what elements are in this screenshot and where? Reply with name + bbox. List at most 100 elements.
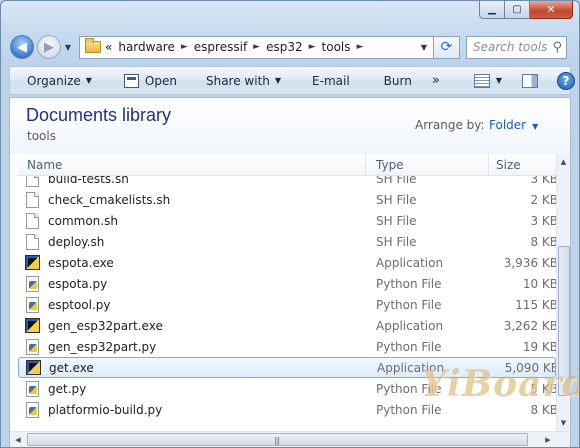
file-size: 10 KB bbox=[522, 276, 556, 291]
file-type: SH File bbox=[376, 234, 417, 249]
file-name: gen_esp32part.py bbox=[48, 339, 157, 354]
file-row[interactable]: build-tests.sh SH File 3 KB bbox=[18, 176, 556, 189]
back-button[interactable]: ◀ bbox=[10, 35, 34, 59]
refresh-button[interactable]: ⟳ bbox=[434, 35, 460, 59]
preview-pane-icon bbox=[521, 73, 538, 88]
file-name: check_cmakelists.sh bbox=[48, 192, 171, 207]
file-row[interactable]: espota.py Python File 10 KB bbox=[18, 273, 556, 294]
file-row[interactable]: gen_esp32part.exe Application 3,262 KB bbox=[18, 315, 556, 336]
column-divider[interactable] bbox=[365, 154, 366, 176]
share-with-button[interactable]: Share with ▼ bbox=[206, 74, 281, 88]
search-icon: ⚲ bbox=[552, 39, 562, 55]
email-button[interactable]: E-mail bbox=[312, 74, 350, 88]
file-name: deploy.sh bbox=[48, 234, 105, 249]
close-button[interactable]: ✕ bbox=[530, 1, 573, 19]
scroll-up-icon[interactable]: ▲ bbox=[557, 154, 570, 170]
organize-label: Organize bbox=[27, 73, 81, 88]
file-row[interactable]: check_cmakelists.sh SH File 2 KB bbox=[18, 189, 556, 210]
breadcrumb-tools[interactable]: tools bbox=[322, 40, 351, 54]
file-name: espota.exe bbox=[48, 255, 114, 270]
breadcrumb-espressif[interactable]: espressif bbox=[194, 40, 247, 54]
minimize-button[interactable]: ▁ bbox=[479, 1, 505, 19]
file-size: 3,262 KB bbox=[503, 318, 556, 333]
python-file-icon bbox=[26, 296, 39, 313]
change-view-button[interactable] bbox=[473, 73, 490, 88]
file-name: espota.py bbox=[48, 276, 108, 291]
search-placeholder: Search tools bbox=[473, 40, 548, 54]
file-size: 3,936 KB bbox=[503, 255, 556, 270]
organize-button[interactable]: Organize ▼ bbox=[27, 74, 92, 88]
preview-pane-button[interactable] bbox=[521, 73, 538, 88]
file-name: get.py bbox=[48, 381, 87, 396]
breadcrumb-separator-icon[interactable]: ► bbox=[357, 42, 364, 52]
chevron-down-icon: ▼ bbox=[85, 76, 92, 85]
file-name: build-tests.sh bbox=[48, 176, 129, 186]
file-size: 19 KB bbox=[522, 339, 556, 354]
document-icon bbox=[26, 212, 39, 229]
scrollbar-grip-icon: ||| bbox=[274, 436, 280, 445]
arrange-by-value: Folder bbox=[489, 118, 527, 132]
breadcrumb-hardware[interactable]: hardware bbox=[118, 40, 175, 54]
watermark-logo: YiBoard bbox=[421, 363, 580, 405]
python-file-icon bbox=[26, 401, 39, 418]
horizontal-scrollbar[interactable]: ◀ ||| ▶ bbox=[10, 431, 570, 447]
help-button[interactable]: ? bbox=[556, 71, 575, 90]
file-row[interactable]: gen_esp32part.py Python File 19 KB bbox=[18, 336, 556, 357]
open-icon bbox=[123, 73, 139, 88]
scroll-left-icon[interactable]: ◀ bbox=[10, 432, 26, 447]
file-type: SH File bbox=[376, 176, 417, 186]
breadcrumb-esp32[interactable]: esp32 bbox=[266, 40, 303, 54]
python-exe-icon bbox=[25, 255, 40, 270]
breadcrumb-separator-icon[interactable]: ► bbox=[309, 42, 316, 52]
file-size: 8 KB bbox=[530, 234, 556, 249]
forward-arrow-icon: ▶ bbox=[44, 39, 54, 55]
maximize-button[interactable]: ▢ bbox=[505, 1, 530, 19]
folder-icon bbox=[85, 38, 101, 53]
file-size: 3 KB bbox=[530, 213, 556, 228]
file-row[interactable]: deploy.sh SH File 8 KB bbox=[18, 231, 556, 252]
file-row[interactable]: esptool.py Python File 115 KB bbox=[18, 294, 556, 315]
document-icon bbox=[26, 176, 39, 187]
file-type: Application bbox=[376, 318, 444, 333]
scrollbar-thumb[interactable]: ||| bbox=[27, 433, 528, 446]
column-header-row: Name Type Size bbox=[18, 154, 556, 176]
help-icon: ? bbox=[556, 71, 575, 90]
search-input[interactable]: Search tools ⚲ bbox=[466, 35, 567, 59]
library-header: Documents library tools Arrange by: Fold… bbox=[10, 98, 570, 154]
open-button[interactable]: Open bbox=[123, 73, 177, 88]
file-name: get.exe bbox=[49, 360, 94, 375]
breadcrumb-separator-icon[interactable]: ► bbox=[181, 42, 188, 52]
file-name: platformio-build.py bbox=[48, 402, 163, 417]
burn-button[interactable]: Burn bbox=[384, 74, 412, 88]
address-overflow-chevron[interactable]: « bbox=[105, 40, 112, 54]
scroll-right-icon[interactable]: ▶ bbox=[540, 432, 556, 447]
caption-buttons: ▁ ▢ ✕ bbox=[479, 1, 573, 19]
file-name: common.sh bbox=[48, 213, 118, 228]
refresh-icon: ⟳ bbox=[440, 39, 453, 55]
breadcrumb-separator-icon[interactable]: ► bbox=[253, 42, 260, 52]
file-type: Python File bbox=[376, 276, 442, 291]
file-type: Python File bbox=[376, 339, 442, 354]
column-header-size[interactable]: Size bbox=[496, 158, 521, 172]
file-type: Python File bbox=[376, 297, 442, 312]
recent-pages-dropdown[interactable]: ▼ bbox=[61, 35, 75, 59]
address-history-dropdown[interactable]: ▼ bbox=[415, 37, 433, 58]
column-header-type[interactable]: Type bbox=[376, 158, 404, 172]
file-type: SH File bbox=[376, 213, 417, 228]
document-icon bbox=[26, 233, 39, 250]
forward-button[interactable]: ▶ bbox=[37, 35, 61, 59]
file-row[interactable]: espota.exe Application 3,936 KB bbox=[18, 252, 556, 273]
scroll-down-icon[interactable]: ▼ bbox=[557, 415, 570, 431]
arrange-by-dropdown[interactable]: Folder ▼ bbox=[489, 118, 538, 132]
column-header-name[interactable]: Name bbox=[27, 158, 62, 172]
back-arrow-icon: ◀ bbox=[17, 39, 27, 55]
file-type: Application bbox=[376, 255, 444, 270]
address-bar[interactable]: « hardware ► espressif ► esp32 ► tools ►… bbox=[79, 35, 434, 59]
share-with-label: Share with bbox=[205, 73, 270, 88]
column-divider[interactable] bbox=[488, 154, 489, 176]
file-name: gen_esp32part.exe bbox=[48, 318, 163, 333]
file-row[interactable]: common.sh SH File 3 KB bbox=[18, 210, 556, 231]
more-commands-button[interactable]: » bbox=[432, 73, 440, 88]
view-options-dropdown[interactable]: ▼ bbox=[496, 76, 502, 85]
email-label: E-mail bbox=[312, 73, 350, 88]
